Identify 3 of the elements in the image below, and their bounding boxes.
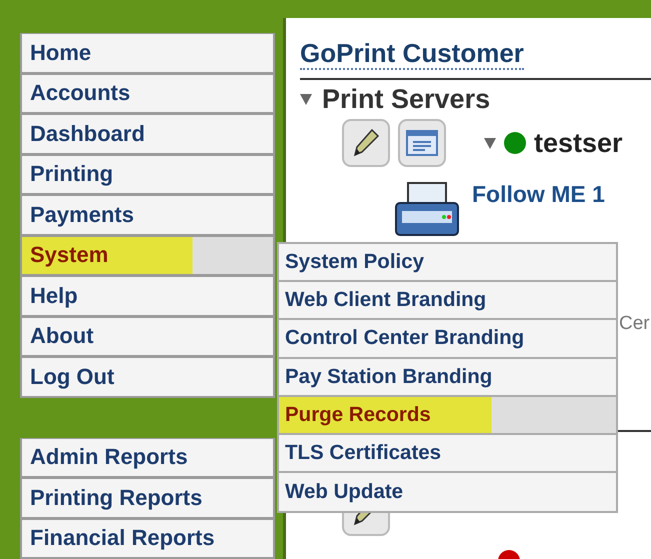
section-title: Print Servers [322,84,490,115]
server-name: testser [534,128,623,158]
text-fragment: Cer [619,313,650,335]
